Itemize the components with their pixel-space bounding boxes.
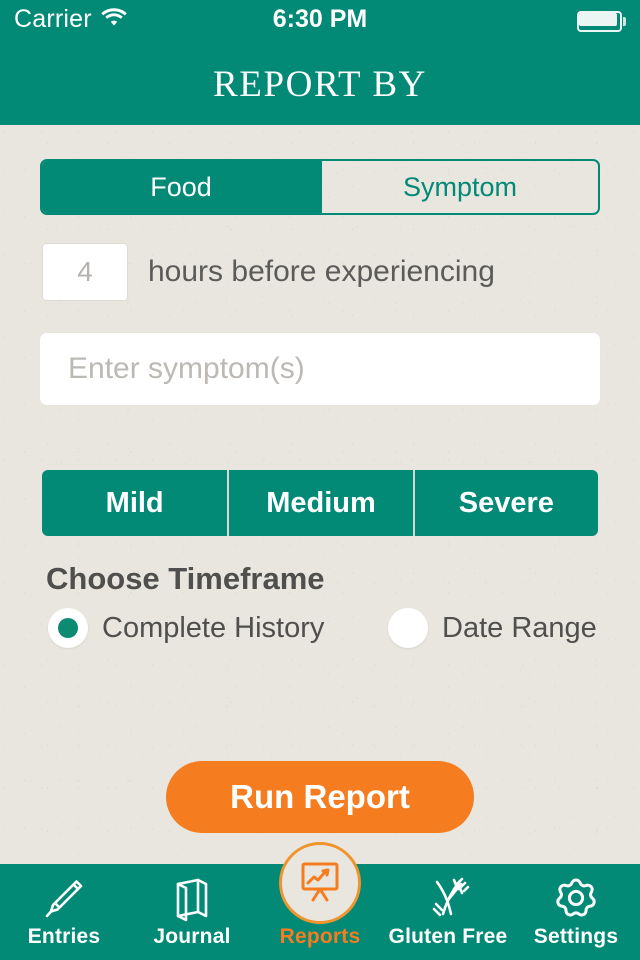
pen-icon (0, 872, 128, 924)
timeframe-options: Complete History Date Range (46, 608, 600, 652)
reports-active-badge (279, 842, 361, 924)
status-bar: Carrier 6:30 PM (0, 0, 640, 40)
symptom-input-placeholder: Enter symptom(s) (68, 352, 305, 385)
segment-symptom[interactable]: Symptom (320, 161, 598, 213)
radio-circle-icon (48, 608, 88, 648)
hours-row: 4 hours before experiencing (42, 243, 495, 301)
tab-reports[interactable]: Reports (256, 842, 384, 960)
timeframe-heading: Choose Timeframe (46, 561, 325, 596)
tab-reports-label: Reports (279, 925, 361, 948)
report-type-segmented-control: Food Symptom (40, 159, 600, 215)
app-screen: Carrier 6:30 PM REPORT BY Food Symptom 4… (0, 0, 640, 960)
tab-entries[interactable]: Entries (0, 864, 128, 960)
radio-circle-icon (388, 608, 428, 648)
navigation-bar: REPORT BY (0, 40, 640, 125)
status-bar-time: 6:30 PM (272, 5, 368, 33)
severity-mild-button[interactable]: Mild (42, 470, 227, 536)
radio-complete-history-label: Complete History (102, 612, 325, 644)
hours-input[interactable]: 4 (42, 243, 128, 301)
hours-label: hours before experiencing (148, 255, 495, 288)
tab-settings[interactable]: Settings (512, 864, 640, 960)
page-title: REPORT BY (212, 64, 428, 105)
book-icon (128, 872, 256, 924)
radio-complete-history[interactable]: Complete History (48, 608, 324, 648)
tab-entries-label: Entries (27, 925, 101, 948)
radio-date-range[interactable]: Date Range (388, 608, 597, 648)
severity-severe-button[interactable]: Severe (412, 470, 598, 536)
tab-settings-label: Settings (533, 925, 619, 948)
segment-food[interactable]: Food (42, 161, 320, 213)
run-report-button[interactable]: Run Report (166, 761, 474, 833)
tab-gluten-free[interactable]: Gluten Free (384, 864, 512, 960)
tab-journal-label: Journal (153, 925, 231, 948)
battery-icon (577, 11, 627, 32)
tab-bar: Entries Journal Reports Gluten Free Sett… (0, 842, 640, 960)
radio-date-range-label: Date Range (442, 612, 597, 644)
chart-presentation-icon (294, 855, 346, 912)
severity-button-group: Mild Medium Severe (42, 470, 598, 536)
tab-journal[interactable]: Journal (128, 864, 256, 960)
severity-medium-button[interactable]: Medium (227, 470, 412, 536)
symptom-input[interactable]: Enter symptom(s) (40, 333, 600, 405)
gear-icon (512, 872, 640, 924)
wheat-crossed-icon (384, 872, 512, 924)
tab-gluten-free-label: Gluten Free (388, 925, 508, 948)
